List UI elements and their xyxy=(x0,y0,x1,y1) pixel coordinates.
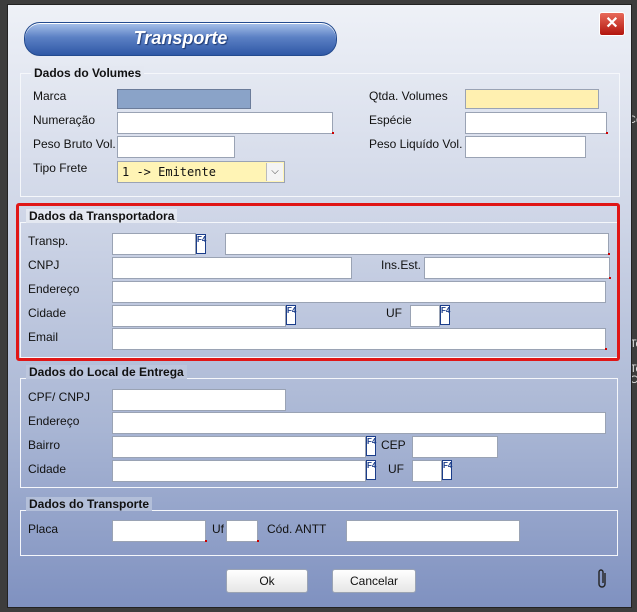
peso-bruto-label: Peso Bruto Vol. xyxy=(33,137,116,151)
ins-est-input[interactable] xyxy=(424,257,611,279)
placa-input[interactable] xyxy=(112,520,207,542)
f4-lookup-icon[interactable]: F4 xyxy=(440,305,450,325)
chevron-down-icon[interactable]: ⌵ xyxy=(266,163,283,181)
transp-label: Transp. xyxy=(28,234,69,248)
entrega-endereco-label: Endereço xyxy=(28,414,80,428)
cidade-label: Cidade xyxy=(28,306,67,320)
volumes-legend: Dados do Volumes xyxy=(31,66,145,80)
entrega-uf-label: UF xyxy=(388,462,404,476)
transport-dialog: Co To To C Transporte ✕ Dados do Volumes… xyxy=(0,0,637,612)
bairro-label: Bairro xyxy=(28,438,61,452)
email-input[interactable] xyxy=(112,328,607,350)
tipo-frete-select[interactable]: 1 -> Emitente ⌵ xyxy=(117,161,285,183)
transportadora-legend: Dados da Transportadora xyxy=(26,209,178,223)
cidade-input[interactable] xyxy=(112,305,286,327)
f4-lookup-icon[interactable]: F4 xyxy=(366,460,376,480)
cnpj-label: CNPJ xyxy=(28,258,60,272)
peso-bruto-input[interactable] xyxy=(117,136,235,158)
qtda-volumes-input[interactable] xyxy=(465,89,599,109)
close-button[interactable]: ✕ xyxy=(599,12,625,36)
title-banner: Transporte xyxy=(24,22,337,56)
qtda-volumes-label: Qtda. Volumes xyxy=(369,89,448,103)
entrega-endereco-input[interactable] xyxy=(112,412,606,434)
cpf-cnpj-input[interactable] xyxy=(112,389,286,411)
numeracao-input[interactable] xyxy=(117,112,334,134)
marca-input[interactable] xyxy=(117,89,251,109)
f4-lookup-icon[interactable]: F4 xyxy=(366,436,376,456)
marca-label: Marca xyxy=(33,89,67,103)
antt-input[interactable] xyxy=(346,520,520,542)
ins-est-label: Ins.Est. xyxy=(381,258,422,272)
tipo-frete-value: 1 -> Emitente xyxy=(122,165,216,179)
email-label: Email xyxy=(28,330,59,344)
transporte-uf-input[interactable] xyxy=(226,520,259,542)
cep-label: CEP xyxy=(381,438,406,452)
entrega-uf-input[interactable] xyxy=(412,460,442,482)
entrega-legend: Dados do Local de Entrega xyxy=(26,365,187,379)
tipo-frete-label: Tipo Frete xyxy=(33,161,88,175)
antt-label: Cód. ANTT xyxy=(267,522,327,536)
entrega-cidade-label: Cidade xyxy=(28,462,67,476)
f4-lookup-icon[interactable]: F4 xyxy=(286,305,296,325)
transporte-legend: Dados do Transporte xyxy=(26,497,153,511)
uf-label: UF xyxy=(386,306,402,320)
peso-liquido-label: Peso Liquído Vol. xyxy=(369,137,463,151)
peso-liquido-input[interactable] xyxy=(465,136,586,158)
ok-button[interactable]: Ok xyxy=(226,569,308,593)
window-title: Transporte xyxy=(133,28,228,48)
f4-lookup-icon[interactable]: F4 xyxy=(196,234,206,254)
numeracao-label: Numeração xyxy=(33,113,96,127)
placa-label: Placa xyxy=(28,522,59,536)
bairro-input[interactable] xyxy=(112,436,366,458)
f4-lookup-icon[interactable]: F4 xyxy=(442,460,452,480)
attachment-icon[interactable] xyxy=(597,568,609,590)
entrega-cidade-input[interactable] xyxy=(112,460,366,482)
endereco-input[interactable] xyxy=(112,281,606,303)
cpf-cnpj-label: CPF/ CNPJ xyxy=(28,390,91,404)
cnpj-input[interactable] xyxy=(112,257,352,279)
especie-input[interactable] xyxy=(465,112,608,134)
cancel-button[interactable]: Cancelar xyxy=(332,569,416,593)
uf-input[interactable] xyxy=(410,305,440,327)
transporte-uf-label: Uf xyxy=(212,522,224,536)
transp-code-input[interactable] xyxy=(112,233,196,255)
transp-name-input[interactable] xyxy=(225,233,610,255)
endereco-label: Endereço xyxy=(28,282,80,296)
cep-input[interactable] xyxy=(412,436,498,458)
especie-label: Espécie xyxy=(369,113,412,127)
